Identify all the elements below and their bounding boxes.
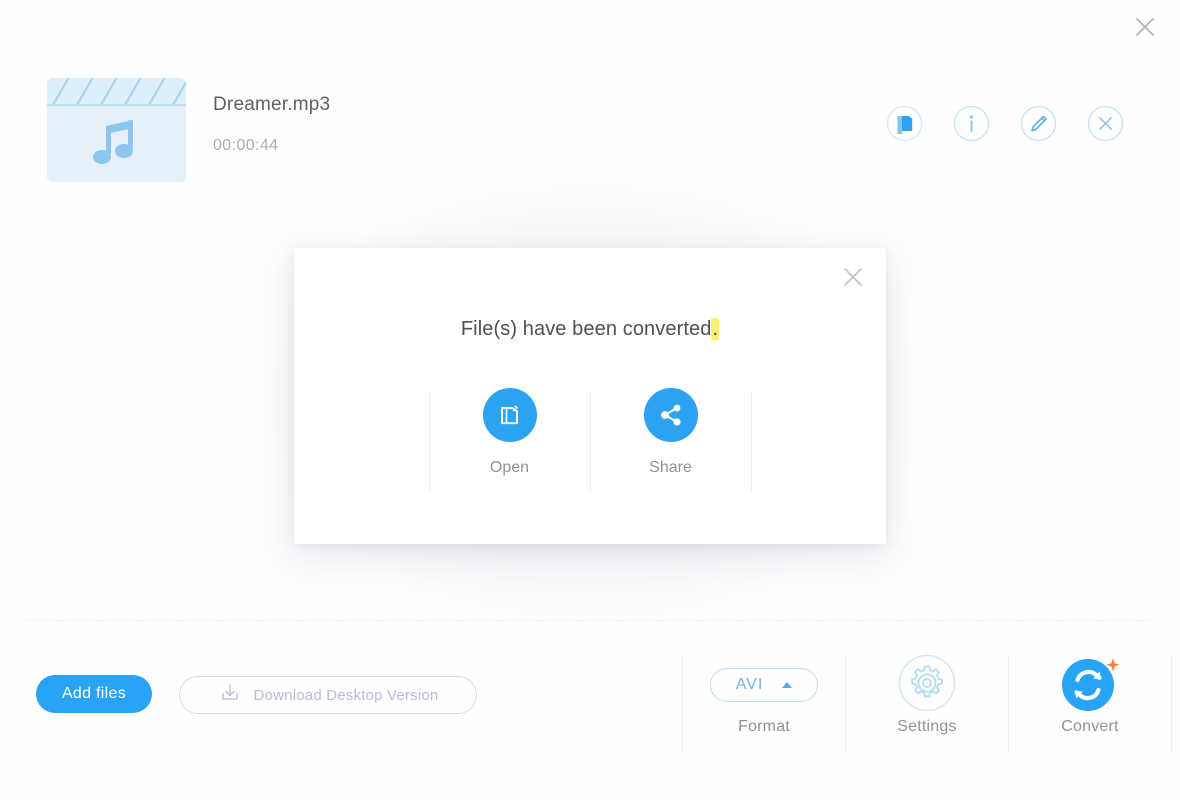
download-desktop-version-label: Download Desktop Version (253, 686, 439, 704)
file-open-folder-button[interactable] (885, 104, 924, 148)
conversion-controls: AVI Format Settings Convert (682, 652, 1172, 768)
dialog-title-text: File(s) have been converted (460, 318, 712, 340)
pencil-icon (1019, 104, 1058, 148)
folder-icon (885, 104, 924, 148)
file-meta: Dreamer.mp3 00:00:44 (213, 94, 330, 155)
conversion-complete-dialog: File(s) have been converted. Open Share (294, 248, 886, 544)
format-control[interactable]: AVI Format (683, 652, 845, 768)
dialog-action-group: Open Share (294, 388, 886, 492)
convert-label: Convert (1061, 718, 1119, 735)
dialog-close-button[interactable] (836, 262, 870, 296)
dialog-open-label: Open (489, 459, 530, 476)
dialog-share-button[interactable]: Share (591, 388, 751, 477)
close-circle-icon (1086, 104, 1125, 148)
file-info-button[interactable] (952, 104, 991, 148)
app-window: Dreamer.mp3 00:00:44 File(s) have been c… (0, 0, 1180, 800)
file-name: Dreamer.mp3 (213, 94, 331, 115)
bottom-divider (26, 620, 1154, 621)
chevron-up-icon (782, 682, 793, 688)
share-icon (643, 388, 698, 442)
download-icon (218, 681, 242, 710)
divider (1171, 656, 1172, 754)
dialog-share-label: Share (649, 459, 692, 476)
format-dropdown[interactable]: AVI (710, 652, 818, 718)
convert-control[interactable]: Convert (1009, 652, 1171, 768)
file-remove-button[interactable] (1086, 104, 1125, 148)
add-files-button[interactable]: Add files (36, 675, 152, 713)
convert-arrows-icon (1059, 652, 1121, 719)
file-thumbnail (47, 78, 186, 182)
settings-control[interactable]: Settings (846, 652, 1008, 768)
gear-icon (896, 652, 958, 719)
close-icon (1133, 15, 1157, 39)
format-label: Format (738, 718, 790, 735)
format-value: AVI (735, 676, 764, 693)
settings-label: Settings (897, 718, 957, 735)
divider (750, 392, 752, 492)
close-icon (842, 266, 864, 293)
window-close-button[interactable] (1127, 9, 1163, 45)
file-action-toolbar (885, 104, 1125, 148)
settings-button[interactable] (896, 652, 958, 718)
dialog-title: File(s) have been converted. (294, 318, 886, 341)
format-dropdown-pill[interactable]: AVI (710, 668, 818, 702)
file-row: Dreamer.mp3 00:00:44 (47, 78, 1133, 184)
dialog-open-button[interactable]: Open (430, 388, 590, 477)
open-folder-icon (482, 388, 537, 442)
file-duration: 00:00:44 (213, 137, 279, 154)
info-icon (952, 104, 991, 148)
music-clapperboard-thumbnail-icon (47, 78, 186, 182)
file-edit-button[interactable] (1019, 104, 1058, 148)
download-desktop-version-button[interactable]: Download Desktop Version (179, 676, 477, 714)
convert-button[interactable] (1059, 652, 1121, 718)
dialog-title-highlight: . (711, 318, 720, 340)
